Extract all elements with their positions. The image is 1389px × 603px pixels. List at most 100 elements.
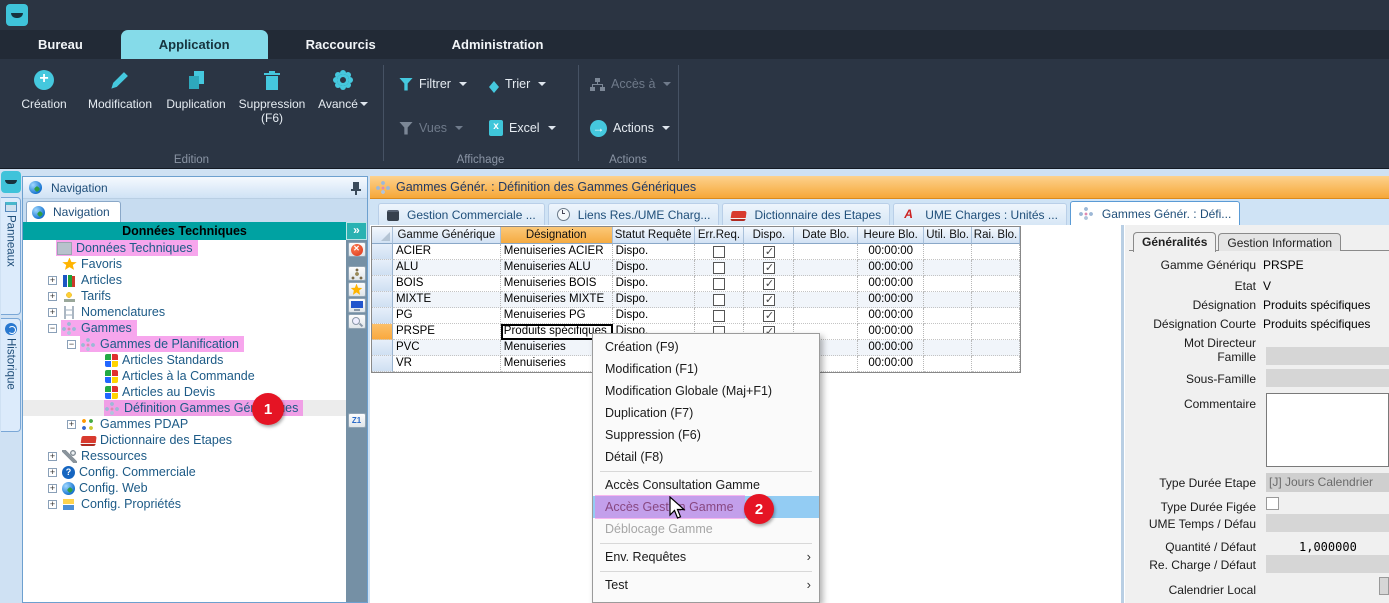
cell-designation[interactable]: Menuiseries MIXTE — [501, 292, 613, 308]
creation-button[interactable]: Création — [6, 67, 82, 125]
tree-item[interactable]: Articles au Devis — [23, 384, 346, 400]
dispo-checkbox[interactable] — [763, 262, 775, 274]
cell-statut-requete[interactable]: Dispo. — [613, 292, 695, 308]
close-tree-button[interactable] — [348, 242, 366, 257]
dispo-checkbox[interactable] — [763, 246, 775, 258]
cell-heure-blo[interactable]: 00:00:00 — [858, 308, 924, 324]
dock-tab-panneaux[interactable]: Panneaux — [1, 197, 21, 315]
app-logo-icon[interactable] — [6, 4, 28, 26]
tree-expander[interactable]: − — [67, 340, 76, 349]
tree-item[interactable]: Définition Gammes Génériques — [23, 400, 346, 416]
cell-gamme-generique[interactable]: ALU — [393, 260, 501, 276]
famille-input[interactable] — [1266, 347, 1389, 365]
row-selector-cell[interactable] — [372, 292, 393, 308]
cell-heure-blo[interactable]: 00:00:00 — [858, 244, 924, 260]
cell-rai-blo[interactable] — [972, 276, 1020, 292]
network-view-button[interactable] — [348, 266, 366, 281]
tree-expander[interactable]: − — [48, 324, 57, 333]
context-menu-item[interactable]: Modification (F1) › — [593, 358, 819, 380]
column-header[interactable]: Err.Req. — [695, 227, 745, 244]
column-header[interactable]: Dispo. — [744, 227, 794, 244]
cell-rai-blo[interactable] — [972, 292, 1020, 308]
err-req-checkbox[interactable] — [713, 278, 725, 290]
tree-item[interactable]: + Config. Propriétés — [23, 496, 346, 512]
tree-item[interactable]: Favoris — [23, 256, 346, 272]
row-selector-cell[interactable] — [372, 324, 393, 340]
cell-dispo[interactable] — [744, 308, 794, 324]
cell-util-blo[interactable] — [924, 244, 972, 260]
cell-statut-requete[interactable]: Dispo. — [613, 276, 695, 292]
cell-rai-blo[interactable] — [972, 356, 1020, 372]
column-header[interactable]: Désignation — [501, 227, 613, 244]
cell-rai-blo[interactable] — [972, 308, 1020, 324]
err-req-checkbox[interactable] — [713, 294, 725, 306]
cell-dispo[interactable] — [744, 244, 794, 260]
tree-item[interactable]: + Articles — [23, 272, 346, 288]
row-selector-cell[interactable] — [372, 308, 393, 324]
cell-statut-requete[interactable]: Dispo. — [613, 260, 695, 276]
cell-util-blo[interactable] — [924, 260, 972, 276]
context-menu-item[interactable] — [600, 543, 812, 544]
row-selector-cell[interactable] — [372, 260, 393, 276]
context-menu-item[interactable]: Déblocage Gamme › — [593, 518, 819, 540]
tree-expander[interactable]: + — [48, 452, 57, 461]
dispo-checkbox[interactable] — [763, 310, 775, 322]
cell-err-req[interactable] — [695, 276, 745, 292]
panel-splitter[interactable] — [1121, 225, 1124, 603]
detail-tab[interactable]: Gestion Information — [1218, 233, 1341, 251]
dock-tab-historique[interactable]: Historique — [1, 318, 21, 432]
cell-heure-blo[interactable]: 00:00:00 — [858, 292, 924, 308]
context-menu-item[interactable] — [600, 471, 812, 472]
tree-expander[interactable]: + — [48, 468, 57, 477]
modification-button[interactable]: Modification — [82, 67, 158, 125]
document-tab[interactable]: UME Charges : Unités ... — [893, 203, 1067, 225]
cell-util-blo[interactable] — [924, 276, 972, 292]
dock-app-icon[interactable] — [1, 171, 21, 193]
cell-rai-blo[interactable] — [972, 324, 1020, 340]
document-tab[interactable]: Gestion Commerciale ... — [378, 203, 545, 225]
err-req-checkbox[interactable] — [713, 310, 725, 322]
screen-view-button[interactable] — [348, 298, 366, 313]
ribbon-tab[interactable]: Raccourcis — [268, 30, 414, 59]
cell-dispo[interactable] — [744, 292, 794, 308]
cell-rai-blo[interactable] — [972, 244, 1020, 260]
navigation-tab[interactable]: Navigation — [26, 201, 121, 222]
cell-designation[interactable]: Menuiseries PG — [501, 308, 613, 324]
tree-item[interactable]: Dictionnaire des Etapes — [23, 432, 346, 448]
pin-icon[interactable] — [351, 181, 361, 195]
err-req-checkbox[interactable] — [713, 246, 725, 258]
tree-item[interactable]: + Config. Commerciale — [23, 464, 346, 480]
cell-util-blo[interactable] — [924, 340, 972, 356]
tree-item[interactable]: + Nomenclatures — [23, 304, 346, 320]
cell-date-blo[interactable] — [794, 244, 858, 260]
detail-tab[interactable]: Généralités — [1133, 232, 1216, 252]
column-header[interactable]: Date Blo. — [794, 227, 858, 244]
tree-item[interactable]: Articles à la Commande — [23, 368, 346, 384]
cell-heure-blo[interactable]: 00:00:00 — [858, 356, 924, 372]
tree-item[interactable]: − Gammes de Planification — [23, 336, 346, 352]
document-tab[interactable]: Liens Res./UME Charg... — [548, 203, 720, 225]
document-tab[interactable]: Gammes Génér. : Défi... — [1070, 201, 1240, 225]
cell-heure-blo[interactable]: 00:00:00 — [858, 260, 924, 276]
document-tab[interactable]: Dictionnaire des Etapes — [722, 203, 890, 225]
type-duree-etape-select[interactable]: [J] Jours Calendrier — [1266, 473, 1389, 492]
vues-button[interactable]: Vues — [399, 117, 463, 139]
cell-date-blo[interactable] — [794, 292, 858, 308]
cell-gamme-generique[interactable]: ACIER — [393, 244, 501, 260]
duplication-button[interactable]: Duplication — [158, 67, 234, 125]
excel-button[interactable]: Excel — [489, 117, 556, 139]
context-menu-item[interactable]: Env. Requêtes › — [593, 546, 819, 568]
cell-util-blo[interactable] — [924, 324, 972, 340]
cell-util-blo[interactable] — [924, 356, 972, 372]
cell-designation[interactable]: Menuiseries BOIS — [501, 276, 613, 292]
commentaire-textarea[interactable] — [1266, 393, 1389, 467]
cell-gamme-generique[interactable]: VR — [393, 356, 501, 372]
cell-rai-blo[interactable] — [972, 260, 1020, 276]
cell-date-blo[interactable] — [794, 260, 858, 276]
cell-gamme-generique[interactable]: PVC — [393, 340, 501, 356]
column-header[interactable]: Gamme Générique — [393, 227, 501, 244]
table-row[interactable]: ACIER Menuiseries ACIER Dispo. 00:00:00 — [372, 244, 1020, 260]
tree-item[interactable]: + Gammes PDAP — [23, 416, 346, 432]
context-menu-item[interactable]: Accès Consultation Gamme › — [593, 474, 819, 496]
context-menu-item[interactable]: Duplication (F7) › — [593, 402, 819, 424]
